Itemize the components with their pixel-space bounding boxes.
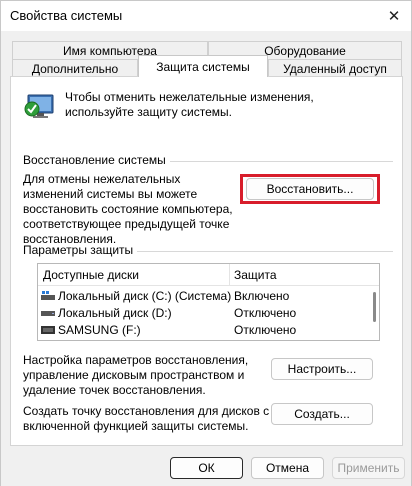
list-header: Доступные диски Защита bbox=[38, 264, 379, 286]
dialog-footer: ОК Отмена Применить bbox=[1, 447, 411, 486]
ok-button[interactable]: ОК bbox=[170, 457, 243, 479]
drive-row[interactable]: Локальный диск (D:) Отключено bbox=[38, 305, 364, 322]
column-separator bbox=[229, 264, 230, 286]
drives-list[interactable]: Доступные диски Защита Локальный диск (C… bbox=[37, 263, 380, 341]
scrollbar[interactable] bbox=[371, 288, 377, 338]
drive-row[interactable]: SAMSUNG (F:) Отключено bbox=[38, 322, 364, 339]
cancel-button[interactable]: Отмена bbox=[251, 457, 324, 479]
column-header-drives[interactable]: Доступные диски bbox=[43, 268, 139, 282]
column-header-protection[interactable]: Защита bbox=[234, 268, 277, 282]
usb-drive-icon bbox=[41, 326, 55, 334]
tab-system-protection[interactable]: Защита системы bbox=[138, 55, 268, 77]
apply-button[interactable]: Применить bbox=[332, 457, 405, 479]
restore-description: Для отмены нежелательных изменений систе… bbox=[23, 172, 233, 246]
drive-icon bbox=[41, 311, 55, 316]
info-text: Чтобы отменить нежелательные изменения, … bbox=[65, 90, 314, 119]
system-properties-window: Свойства системы ✕ Имя компьютера Оборуд… bbox=[0, 0, 412, 486]
close-icon[interactable]: ✕ bbox=[383, 5, 405, 27]
configure-button[interactable]: Настроить... bbox=[271, 358, 373, 380]
restore-group-title: Восстановление системы bbox=[23, 153, 170, 167]
protection-group-title: Параметры защиты bbox=[23, 243, 138, 257]
window-title: Свойства системы bbox=[10, 8, 123, 23]
drive-name: Локальный диск (D:) bbox=[58, 306, 172, 320]
tab-advanced[interactable]: Дополнительно bbox=[12, 59, 138, 77]
create-description: Создать точку восстановления для дисков … bbox=[23, 404, 270, 433]
drive-name: Локальный диск (C:) (Система) bbox=[58, 289, 232, 303]
tab-remote-access[interactable]: Удаленный доступ bbox=[268, 59, 402, 77]
configure-description: Настройка параметров восстановления, упр… bbox=[23, 353, 249, 397]
drive-status: Включено bbox=[234, 289, 290, 303]
system-drive-icon bbox=[41, 291, 55, 300]
system-protection-icon bbox=[24, 94, 54, 118]
system-protection-page: Чтобы отменить нежелательные изменения, … bbox=[10, 76, 403, 446]
restore-button[interactable]: Восстановить... bbox=[246, 178, 374, 200]
drive-status: Отключено bbox=[234, 323, 297, 337]
drive-name: SAMSUNG (F:) bbox=[58, 323, 141, 337]
drive-status: Отключено bbox=[234, 306, 297, 320]
title-bar: Свойства системы ✕ bbox=[1, 1, 411, 31]
create-button[interactable]: Создать... bbox=[271, 403, 373, 425]
scrollbar-thumb[interactable] bbox=[373, 292, 376, 322]
drive-row[interactable]: Локальный диск (C:) (Система) Включено bbox=[38, 288, 364, 305]
tab-strip: Имя компьютера Оборудование Дополнительн… bbox=[1, 31, 411, 77]
